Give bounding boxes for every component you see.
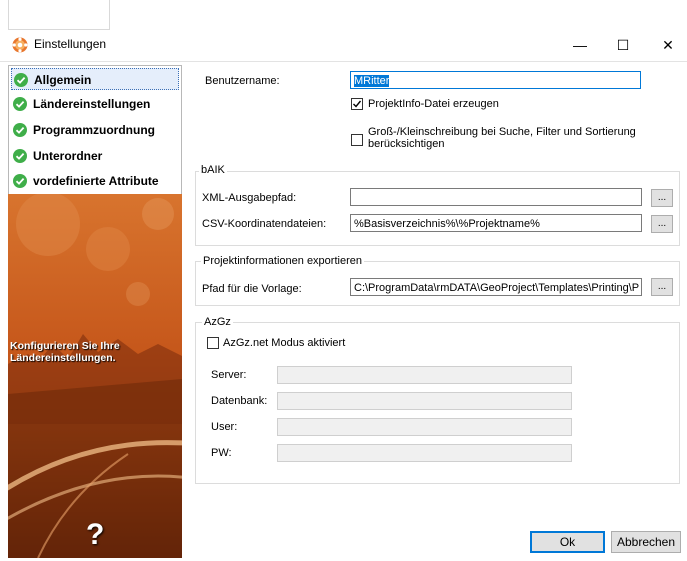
password-label: PW:: [211, 447, 232, 459]
template-path-label: Pfad für die Vorlage:: [202, 283, 302, 295]
template-path-input[interactable]: C:\ProgramData\rmDATA\GeoProject\Templat…: [350, 278, 642, 296]
azgz-group-title: AzGz: [202, 316, 233, 328]
baik-group-title: bAIK: [199, 164, 227, 176]
password-input: [277, 444, 572, 462]
checkmark-icon: [353, 100, 362, 108]
username-input[interactable]: MRitter: [350, 71, 641, 89]
nav-item-label: Programmzuordnung: [33, 123, 155, 137]
close-button[interactable]: ✕: [653, 33, 683, 57]
maximize-button[interactable]: ☐: [608, 33, 638, 57]
baik-group: [195, 171, 680, 246]
azgz-mode-checkbox[interactable]: [207, 337, 219, 349]
banner-caption: Konfigurieren Sie Ihre Ländereinstellung…: [10, 340, 120, 364]
window-title: Einstellungen: [34, 37, 107, 51]
banner-caption-line: Konfigurieren Sie Ihre: [10, 340, 120, 352]
case-sensitive-checkbox[interactable]: [351, 134, 363, 146]
database-label: Datenbank:: [211, 395, 268, 407]
projectinfo-label: ProjektInfo-Datei erzeugen: [368, 98, 499, 110]
xml-path-input[interactable]: [350, 188, 642, 206]
xml-path-browse-button[interactable]: ...: [651, 189, 673, 207]
banner-caption-line: Ländereinstellungen.: [10, 352, 116, 364]
username-value: MRitter: [354, 75, 390, 87]
nav-item-vordefinierte-attribute[interactable]: vordefinierte Attribute: [11, 170, 179, 192]
csv-coordinates-browse-button[interactable]: ...: [651, 215, 673, 233]
csv-coordinates-label: CSV-Koordinatendateien:: [202, 218, 327, 230]
nav-item-unterordner[interactable]: Unterordner: [11, 145, 179, 167]
check-circle-icon: [13, 97, 27, 111]
nav-item-allgemein[interactable]: Allgemein: [11, 68, 179, 90]
case-sensitive-label-line: berücksichtigen: [368, 138, 445, 150]
ok-button[interactable]: Ok: [530, 531, 605, 553]
case-sensitive-label: Groß-/Kleinschreibung bei Suche, Filter …: [368, 126, 636, 150]
background-tab[interactable]: [8, 0, 110, 30]
export-group-title: Projektinformationen exportieren: [201, 255, 364, 267]
user-label: User:: [211, 421, 238, 433]
xml-path-label: XML-Ausgabepfad:: [202, 192, 297, 204]
nav-item-label: Ländereinstellungen: [33, 97, 151, 111]
minimize-button[interactable]: —: [565, 33, 595, 57]
check-circle-icon: [13, 174, 27, 188]
nav-item-laendereinstellungen[interactable]: Ländereinstellungen: [11, 93, 179, 115]
check-circle-icon: [14, 73, 28, 87]
azgz-mode-label: AzGz.net Modus aktiviert: [223, 337, 346, 349]
check-circle-icon: [13, 149, 27, 163]
csv-coordinates-input[interactable]: %Basisverzeichnis%\%Projektname%: [350, 214, 642, 232]
settings-gear-icon: [12, 37, 28, 53]
user-input: [277, 418, 572, 436]
banner-image: [8, 194, 182, 558]
nav-item-label: Unterordner: [33, 149, 103, 163]
projectinfo-checkbox[interactable]: [351, 98, 363, 110]
server-input: [277, 366, 572, 384]
nav-item-programmzuordnung[interactable]: Programmzuordnung: [11, 119, 179, 141]
nav-item-label: Allgemein: [34, 73, 92, 87]
server-label: Server:: [211, 369, 247, 381]
settings-nav: Allgemein Ländereinstellungen Programmzu…: [8, 65, 182, 195]
check-circle-icon: [13, 123, 27, 137]
database-input: [277, 392, 572, 410]
nav-item-label: vordefinierte Attribute: [33, 174, 159, 188]
case-sensitive-label-line: Groß-/Kleinschreibung bei Suche, Filter …: [368, 126, 636, 138]
cancel-button[interactable]: Abbrechen: [611, 531, 681, 553]
template-path-browse-button[interactable]: ...: [651, 278, 673, 296]
username-label: Benutzername:: [205, 75, 280, 87]
help-icon[interactable]: ?: [86, 518, 104, 552]
